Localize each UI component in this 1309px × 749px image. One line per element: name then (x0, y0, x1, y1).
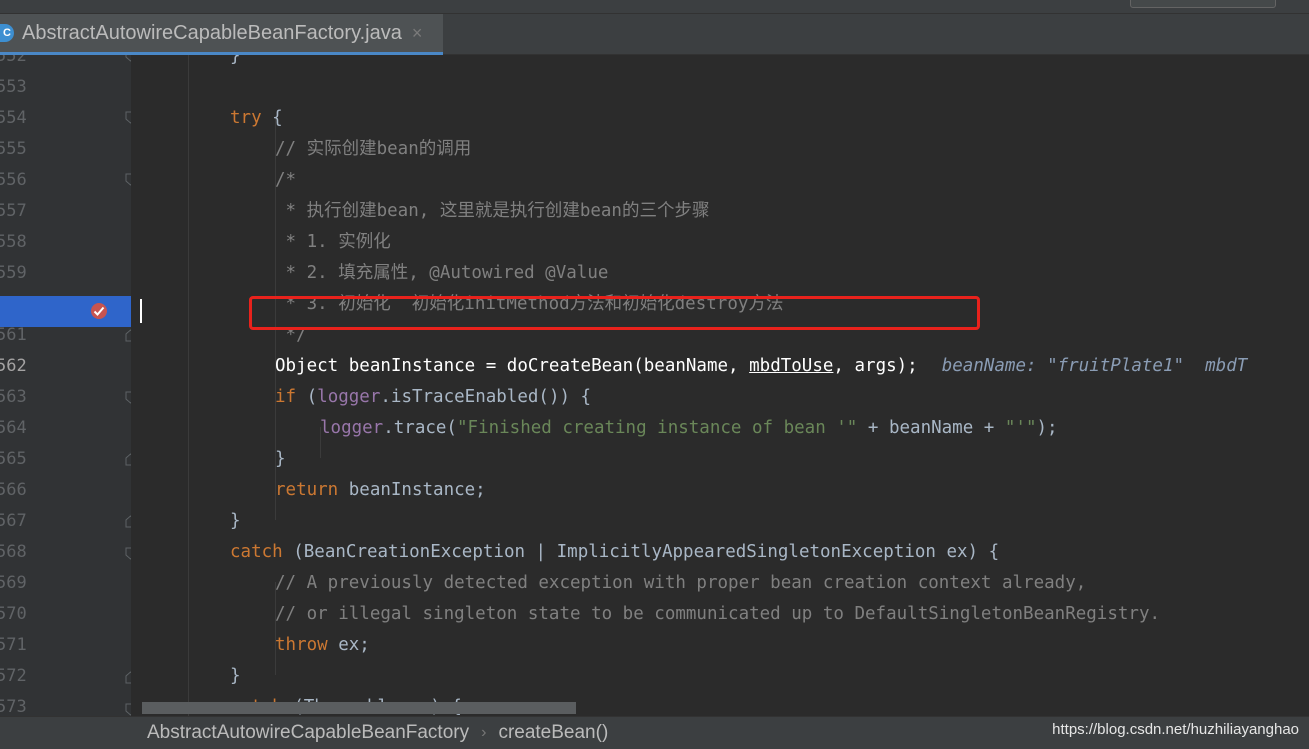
fold-end-icon[interactable] (124, 671, 131, 684)
code-line-558: * 1. 实例化 (275, 232, 391, 252)
line-number: 564 (0, 418, 27, 438)
search-field[interactable] (1130, 0, 1276, 8)
fold-end-icon[interactable] (124, 515, 131, 528)
line-number: 562 (0, 356, 27, 376)
line-number: 568 (0, 542, 27, 562)
watermark: https://blog.csdn.net/huzhiliayanghao (1052, 721, 1299, 738)
code-line-556: /* (275, 170, 297, 190)
text-caret (140, 299, 142, 323)
line-number: 563 (0, 387, 27, 407)
code-editor[interactable]: } try { // 实际创建bean的调用 /* * 执行创建bean, 这里… (131, 55, 1309, 716)
code-line-563: if (logger.isTraceEnabled()) { (275, 387, 592, 407)
fold-marker-icon[interactable] (124, 547, 131, 560)
close-icon[interactable]: × (412, 23, 423, 44)
code-line-570: // or illegal singleton state to be comm… (275, 604, 1161, 624)
code-line-560: * 3. 初始化 初始化initMethod方法和初始化destroy方法 (275, 294, 784, 314)
code-line-568: catch (BeanCreationException | Implicitl… (230, 542, 1000, 562)
fold-marker-icon[interactable] (124, 703, 131, 716)
breadcrumb-method[interactable]: createBean() (498, 722, 608, 744)
line-number: 556 (0, 170, 27, 190)
line-number: 570 (0, 604, 27, 624)
fold-marker-icon[interactable] (124, 55, 131, 62)
tab-label: AbstractAutowireCapableBeanFactory.java (22, 21, 402, 44)
line-number: 571 (0, 635, 27, 655)
code-line-561: */ (275, 325, 307, 345)
fold-marker-icon[interactable] (124, 173, 131, 186)
code-line-564: logger.trace("Finished creating instance… (320, 418, 1058, 438)
breakpoint-icon[interactable] (89, 301, 109, 321)
inline-debug-value: beanName: "fruitPlate1" mbdT (941, 356, 1248, 376)
breadcrumb: AbstractAutowireCapableBeanFactory › cre… (0, 716, 1309, 749)
top-toolbar-strip (0, 0, 1309, 14)
line-number: 573 (0, 697, 27, 716)
line-number: 558 (0, 232, 27, 252)
editor-tab[interactable]: C AbstractAutowireCapableBeanFactory.jav… (0, 14, 443, 55)
code-line-557: * 执行创建bean, 这里就是执行创建bean的三个步骤 (275, 201, 710, 221)
line-number: 565 (0, 449, 27, 469)
code-line-565: } (275, 449, 286, 469)
line-number: 552 (0, 55, 27, 66)
code-line-569: // A previously detected exception with … (275, 573, 1087, 593)
code-line-572: } (230, 666, 241, 686)
line-number: 567 (0, 511, 27, 531)
line-number: 555 (0, 139, 27, 159)
code-line-571: throw ex; (275, 635, 370, 655)
code-line-559: * 2. 填充属性, @Autowired @Value (275, 263, 609, 283)
line-number: 572 (0, 666, 27, 686)
line-number: 554 (0, 108, 27, 128)
line-number: 553 (0, 77, 27, 97)
fold-marker-icon[interactable] (124, 391, 131, 404)
line-number: 557 (0, 201, 27, 221)
java-class-icon: C (0, 24, 14, 42)
code-line-567: } (230, 511, 241, 531)
line-number: 559 (0, 263, 27, 283)
editor-gutter[interactable]: 5525535545555565575585595605615625635645… (0, 55, 131, 716)
breadcrumb-class[interactable]: AbstractAutowireCapableBeanFactory (147, 722, 469, 744)
code-line-554: try { (230, 108, 283, 128)
code-line-562: Object beanInstance = doCreateBean(beanN… (275, 356, 1248, 376)
breadcrumb-separator-icon: › (481, 724, 487, 741)
horizontal-scrollbar[interactable] (142, 702, 576, 714)
fold-end-icon[interactable] (124, 329, 131, 342)
code-line-566: return beanInstance; (275, 480, 486, 500)
fold-marker-icon[interactable] (124, 111, 131, 124)
code-line-555: // 实际创建bean的调用 (275, 139, 472, 159)
line-number: 566 (0, 480, 27, 500)
fold-end-icon[interactable] (124, 453, 131, 466)
editor-tab-bar: C AbstractAutowireCapableBeanFactory.jav… (0, 14, 1309, 55)
line-number: 569 (0, 573, 27, 593)
code-line-552: } (230, 55, 241, 66)
